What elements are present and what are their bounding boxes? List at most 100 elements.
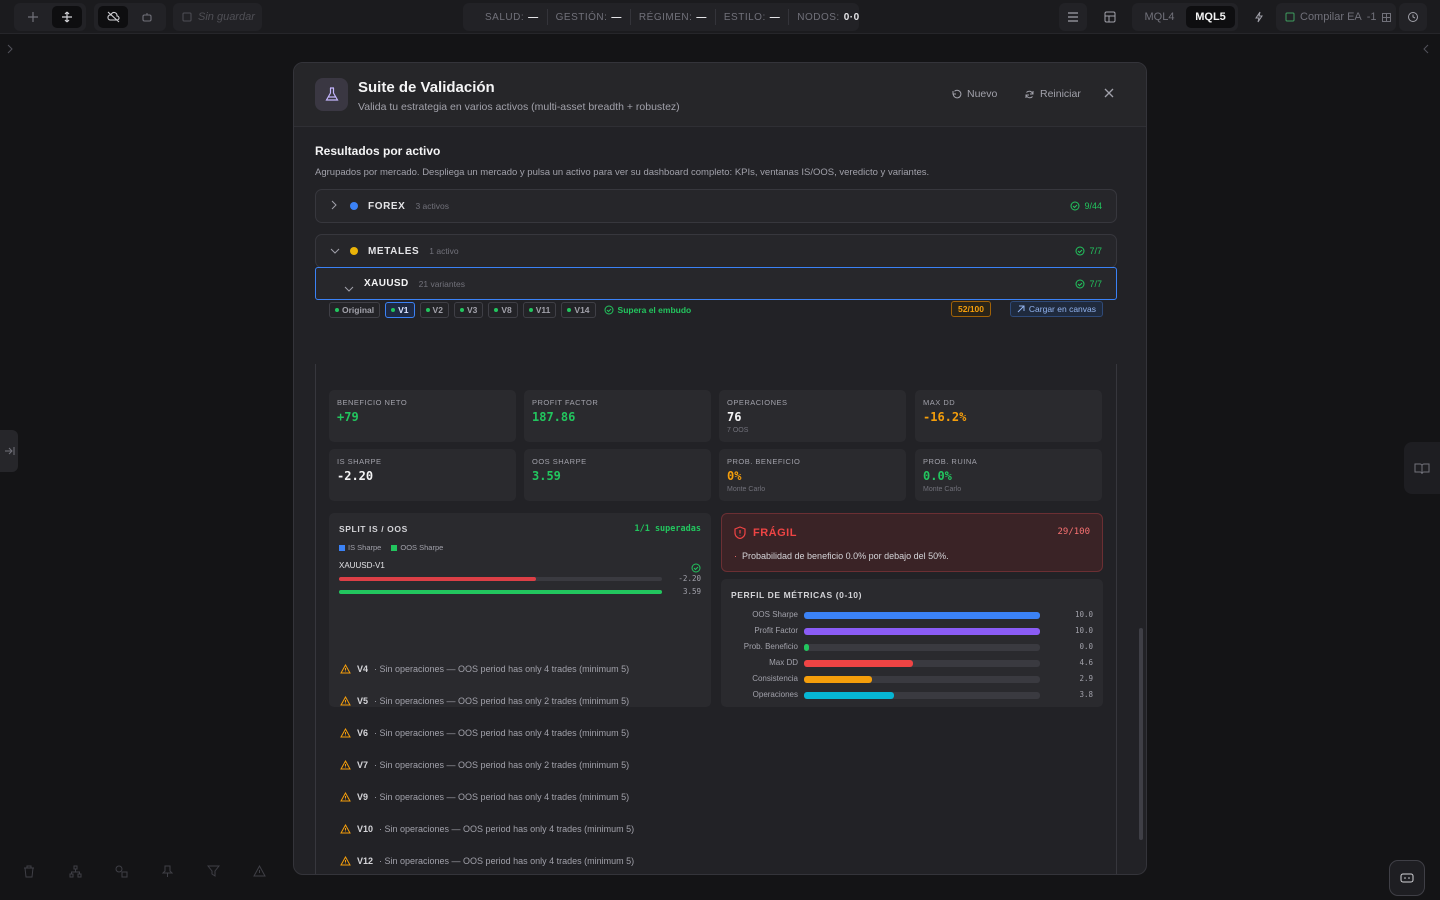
profile-row-value: 3.8 xyxy=(1079,690,1093,699)
move-icon xyxy=(62,11,72,23)
expand-left-button[interactable] xyxy=(6,44,14,54)
asset-pass-badge: 7/7 xyxy=(1075,279,1102,289)
market-row-forex[interactable]: FOREX 3 activos 9/44 xyxy=(315,189,1117,223)
check-circle-icon xyxy=(1070,201,1080,211)
alert-icon[interactable] xyxy=(250,862,268,880)
menu-button[interactable] xyxy=(1059,3,1087,31)
close-button[interactable] xyxy=(1103,86,1115,104)
pin-icon[interactable] xyxy=(158,862,176,880)
trash-icon[interactable] xyxy=(20,862,38,880)
reset-button[interactable]: Reiniciar xyxy=(1024,88,1081,100)
compile-icon xyxy=(1285,12,1295,22)
profile-row-fill xyxy=(804,660,913,667)
save-icon xyxy=(182,12,192,22)
select-tool-button[interactable] xyxy=(18,6,48,28)
quick-action-button[interactable] xyxy=(1245,3,1273,31)
assistant-chat-button[interactable] xyxy=(1389,860,1425,896)
layout-icon xyxy=(1104,11,1116,23)
variant-tab-v11[interactable]: V11 xyxy=(522,302,557,318)
profile-row-fill xyxy=(804,692,894,699)
robot-icon xyxy=(142,13,152,22)
kpi-operations: OPERACIONES 76 7 OOS xyxy=(719,390,906,442)
profile-row-fill xyxy=(804,628,1040,635)
profile-row-value: 4.6 xyxy=(1079,658,1093,667)
reset-button-label: Reiniciar xyxy=(1040,88,1081,100)
new-button[interactable]: Nuevo xyxy=(951,88,997,100)
oos-sharpe-value: 3.59 xyxy=(682,587,701,596)
profile-row-fill xyxy=(804,644,809,651)
warning-variant: V9 xyxy=(357,792,369,802)
market-count: 3 activos xyxy=(415,201,449,211)
warning-variant: V4 xyxy=(357,664,369,674)
arrow-right-to-line-icon xyxy=(4,447,14,455)
profile-row-label: Max DD xyxy=(769,658,798,667)
filter-icon[interactable] xyxy=(204,862,222,880)
variant-warning: V6 · Sin operaciones — OOS period has onl… xyxy=(340,728,629,738)
chevron-down-icon xyxy=(330,242,340,260)
funnel-pass-label: Supera el embudo xyxy=(604,305,691,315)
scrollbar[interactable] xyxy=(1139,628,1143,840)
layout-button[interactable] xyxy=(1096,3,1124,31)
variant-tab-v14[interactable]: V14 xyxy=(561,302,596,318)
profile-row-fill xyxy=(804,612,1040,619)
profile-title: PERFIL DE MÉTRICAS (0-10) xyxy=(731,590,863,600)
profile-row-fill xyxy=(804,676,873,683)
warning-text: · Sin operaciones — OOS period has only … xyxy=(374,760,630,770)
variant-tab-v2[interactable]: V2 xyxy=(419,302,449,318)
hierarchy-icon[interactable] xyxy=(66,862,84,880)
market-pass-badge: 9/44 xyxy=(1070,201,1102,211)
compile-ea-button[interactable]: Compilar EA -1 xyxy=(1276,3,1396,31)
modal-header: Suite de Validación Valida tu estrategia… xyxy=(294,63,1146,127)
variant-warning: V7 · Sin operaciones — OOS period has onl… xyxy=(340,760,629,770)
market-color-dot xyxy=(350,247,358,255)
docs-panel-toggle[interactable] xyxy=(1404,442,1440,494)
compile-label: Compilar EA xyxy=(1300,11,1362,23)
profile-row-value: 0.0 xyxy=(1079,642,1093,651)
compile-count: -1 xyxy=(1366,11,1377,23)
variant-tab-v3[interactable]: V3 xyxy=(453,302,484,318)
status-nodes: NODOS: 0·0 xyxy=(788,9,867,25)
chevron-right-icon xyxy=(330,197,340,215)
move-tool-button[interactable] xyxy=(52,6,82,28)
results-description: Agrupados por mercado. Despliega un merc… xyxy=(315,167,930,178)
profile-row-track xyxy=(804,692,1040,699)
verdict-title: FRÁGIL xyxy=(734,526,797,539)
variant-tab-v8[interactable]: V8 xyxy=(488,302,518,318)
variant-tab-v1[interactable]: V1 xyxy=(385,302,415,318)
left-panel-toggle[interactable] xyxy=(0,430,18,472)
verdict-card: FRÁGIL 29/100 · Probabilidad de beneficio… xyxy=(721,513,1103,572)
cursor-tool-group xyxy=(14,3,86,31)
variant-tab-original[interactable]: Original xyxy=(329,302,381,318)
kpi-net-profit: BENEFICIO NETO +79 xyxy=(329,390,516,442)
legend-oos: OOS Sharpe xyxy=(391,543,443,552)
bottom-toolbar xyxy=(20,862,268,880)
asset-name: XAUUSD xyxy=(364,278,409,289)
mql4-button[interactable]: MQL4 xyxy=(1135,6,1184,28)
warning-variant: V10 xyxy=(357,824,374,834)
is-sharpe-value: -2.20 xyxy=(678,574,701,583)
modal-body: Resultados por activo Agrupados por merc… xyxy=(294,128,1146,874)
chevron-left-icon xyxy=(1423,44,1429,54)
modal-title: Suite de Validación xyxy=(358,79,495,96)
shapes-icon[interactable] xyxy=(112,862,130,880)
profile-row: Profit Factor 10.0 xyxy=(721,625,1103,637)
kpi-prob-profit: PROB. BENEFICIO 0% Monte Carlo xyxy=(719,449,906,501)
market-pass-badge: 7/7 xyxy=(1075,246,1102,256)
profile-row: Max DD 4.6 xyxy=(721,657,1103,669)
warning-triangle-icon xyxy=(340,696,351,706)
market-row-metales[interactable]: METALES 1 activo 7/7 xyxy=(315,234,1117,268)
unsaved-indicator[interactable]: Sin guardar xyxy=(173,3,262,31)
robot-button[interactable] xyxy=(132,6,162,28)
load-canvas-button[interactable]: Cargar en canvas xyxy=(1009,301,1103,317)
market-color-dot xyxy=(350,202,358,210)
history-button[interactable] xyxy=(1399,3,1427,31)
hide-cloud-button[interactable] xyxy=(98,6,128,28)
asset-row-xauusd[interactable]: XAUUSD 21 variantes 7/7 xyxy=(315,267,1117,300)
expand-right-button[interactable] xyxy=(1422,44,1430,54)
check-circle-icon xyxy=(1075,279,1085,288)
warning-text: · Sin operaciones — OOS period has only … xyxy=(379,824,635,834)
mql5-button[interactable]: MQL5 xyxy=(1186,6,1235,28)
cloud-off-icon xyxy=(106,11,120,23)
flask-icon xyxy=(315,78,348,111)
variant-warning: V12 · Sin operaciones — OOS period has on… xyxy=(340,856,634,866)
